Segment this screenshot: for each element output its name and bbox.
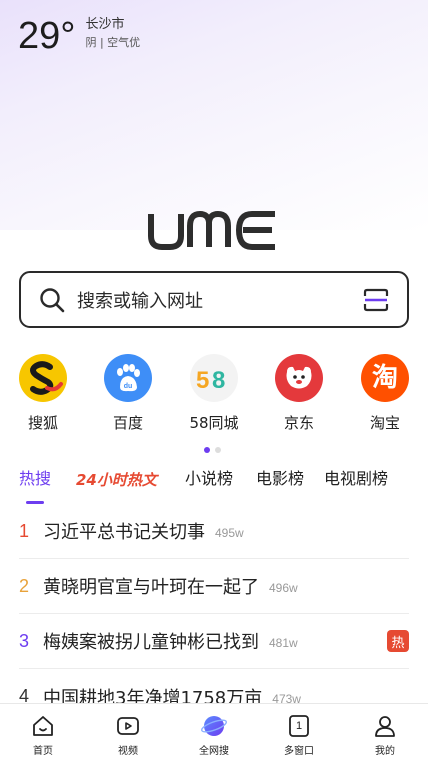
hot-count: 496w: [269, 581, 298, 595]
hot-tabs: 热搜 24小时热文 小说榜 电影榜 电视剧榜: [0, 467, 428, 504]
hot-rank: 2: [19, 575, 30, 596]
hot-item[interactable]: 2 黄晓明官宣与叶珂在一起了 496w: [19, 559, 409, 614]
bottom-nav: 首页 视频 全网搜 1 多窗口 我的: [0, 703, 428, 761]
windows-icon: 1: [285, 712, 313, 740]
temperature: 29°: [18, 15, 76, 57]
tab-24h-label: 24小时热文: [76, 471, 157, 489]
hot-rank: 3: [19, 630, 30, 651]
video-icon: [114, 712, 142, 740]
hot-badge: 热: [387, 630, 409, 652]
search-input[interactable]: 搜索或输入网址: [77, 287, 363, 313]
nav-profile[interactable]: 我的: [355, 712, 415, 757]
weather-widget[interactable]: 29° 长沙市 阴 | 空气优: [18, 14, 140, 58]
shortcut-jd[interactable]: 京东: [264, 354, 334, 433]
hot-item[interactable]: 1 习近平总书记关切事 495w: [19, 504, 409, 559]
svg-text:du: du: [124, 383, 133, 390]
svg-text:5: 5: [196, 367, 209, 393]
tab-movies[interactable]: 电影榜: [256, 467, 304, 491]
tab-hot-search[interactable]: 热搜: [19, 467, 51, 491]
hot-count: 495w: [215, 526, 244, 540]
nav-windows[interactable]: 1 多窗口: [269, 712, 329, 757]
nav-label: 首页: [33, 746, 53, 757]
shortcut-label: 淘宝: [369, 414, 400, 432]
shortcut-sohu[interactable]: 搜狐: [8, 354, 78, 433]
scan-icon[interactable]: [363, 288, 389, 312]
58-icon: 5 8: [190, 354, 238, 402]
hot-item[interactable]: 3 梅姨案被拐儿童钟彬已找到 481w 热: [19, 614, 409, 669]
shortcut-taobao[interactable]: 淘 淘宝: [350, 354, 420, 433]
search-bar[interactable]: 搜索或输入网址: [19, 271, 409, 328]
hot-title: 梅姨案被拐儿童钟彬已找到: [43, 632, 259, 653]
weather-info: 长沙市 阴 | 空气优: [85, 16, 140, 51]
shortcut-label: 百度: [112, 414, 143, 432]
hot-rank: 1: [19, 520, 30, 541]
svg-text:8: 8: [212, 367, 225, 393]
nav-label: 我的: [375, 746, 395, 757]
hot-title: 习近平总书记关切事: [43, 522, 205, 543]
nav-home[interactable]: 首页: [13, 712, 73, 757]
ume-logo: [148, 210, 278, 254]
home-icon: [29, 712, 57, 740]
tab-tv[interactable]: 电视剧榜: [324, 467, 388, 491]
nav-video[interactable]: 视频: [98, 712, 158, 757]
page-dot: [215, 447, 221, 453]
weather-condition: 阴 | 空气优: [85, 36, 141, 49]
jd-icon: [275, 354, 323, 402]
shortcut-baidu[interactable]: du 百度: [93, 354, 163, 433]
nav-web-search[interactable]: 全网搜: [184, 712, 244, 757]
page-indicator: [204, 447, 221, 453]
tab-novels[interactable]: 小说榜: [185, 467, 233, 491]
city-name: 长沙市: [85, 17, 125, 32]
taobao-icon: 淘: [361, 354, 409, 402]
sohu-icon: [19, 354, 67, 402]
nav-label: 全网搜: [199, 746, 229, 757]
page-dot-active: [204, 447, 210, 453]
tab-24h-hot[interactable]: 24小时热文: [76, 468, 157, 492]
nav-label: 多窗口: [284, 746, 314, 757]
nav-label: 视频: [118, 746, 138, 757]
planet-icon: [200, 712, 228, 740]
shortcut-label: 搜狐: [27, 414, 58, 432]
hot-count: 481w: [269, 636, 298, 650]
profile-icon: [371, 712, 399, 740]
hot-title: 黄晓明官宣与叶珂在一起了: [43, 577, 259, 598]
window-count: 1: [295, 720, 303, 732]
search-icon: [40, 287, 65, 312]
shortcut-label: 京东: [283, 414, 314, 432]
shortcut-label: 58同城: [189, 414, 239, 432]
taobao-glyph: 淘: [371, 363, 398, 393]
shortcut-58[interactable]: 5 8 58同城: [179, 354, 249, 433]
shortcut-grid: 搜狐 du 百度 5 8 58同城 京东 淘 淘宝: [0, 354, 428, 444]
baidu-icon: du: [104, 354, 152, 402]
